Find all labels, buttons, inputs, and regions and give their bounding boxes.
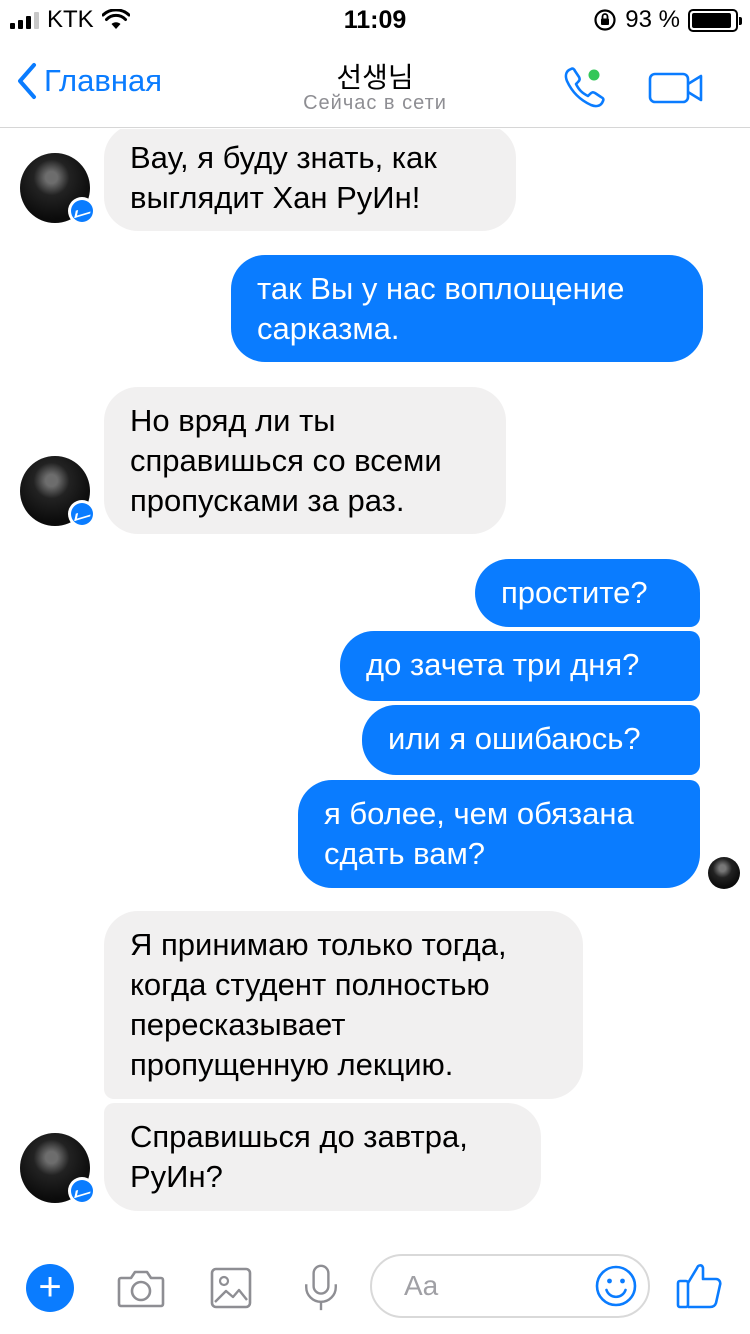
incoming-message[interactable]: Справишься до завтра, РуИн? [104, 1103, 541, 1211]
plus-icon[interactable]: + [26, 1264, 74, 1312]
outgoing-message[interactable]: до зачета три дня? [340, 631, 700, 701]
status-bar: KTK 11:09 93 % [0, 0, 750, 40]
incoming-message[interactable]: Я принимаю только тогда, когда студент п… [104, 911, 583, 1099]
online-dot [588, 69, 600, 81]
battery-percent: 93 % [625, 6, 680, 33]
outgoing-message[interactable]: я более, чем обязана сдать вам? [298, 780, 700, 888]
read-receipt-avatar [708, 857, 740, 889]
photo-icon[interactable] [206, 1264, 256, 1312]
incoming-message[interactable]: Вау, я буду знать, как выглядит Хан РуИн… [104, 129, 516, 231]
battery-icon [688, 8, 742, 32]
contact-avatar[interactable] [20, 456, 96, 528]
chat-header: Главная 선생님 Сейчас в сети [0, 40, 750, 128]
contact-status: Сейчас в сети [303, 92, 447, 114]
rotation-lock-icon [594, 9, 616, 31]
messenger-badge-icon [68, 500, 96, 528]
contact-avatar[interactable] [20, 153, 96, 225]
outgoing-message[interactable]: или я ошибаюсь? [362, 705, 700, 775]
message-list[interactable]: Вау, я буду знать, как выглядит Хан РуИн… [0, 129, 750, 1229]
video-call-icon[interactable] [648, 70, 704, 106]
messenger-badge-icon [68, 1177, 96, 1205]
status-right: 93 % [593, 6, 742, 34]
camera-icon[interactable] [116, 1264, 166, 1312]
outgoing-message[interactable]: простите? [475, 559, 700, 627]
contact-name[interactable]: 선생님 [0, 56, 750, 96]
composer-bar: + Aa [0, 1240, 750, 1334]
contact-avatar[interactable] [20, 1133, 96, 1205]
messenger-badge-icon [68, 197, 96, 225]
like-icon[interactable] [676, 1260, 722, 1310]
phone-call-icon[interactable] [560, 62, 610, 112]
battery-fill [692, 12, 732, 28]
incoming-message[interactable]: Но вряд ли ты справишься со всеми пропус… [104, 387, 506, 534]
microphone-icon[interactable] [296, 1264, 346, 1312]
emoji-icon[interactable] [594, 1264, 638, 1308]
outgoing-message[interactable]: так Вы у нас воплощение сарказма. [231, 255, 703, 362]
